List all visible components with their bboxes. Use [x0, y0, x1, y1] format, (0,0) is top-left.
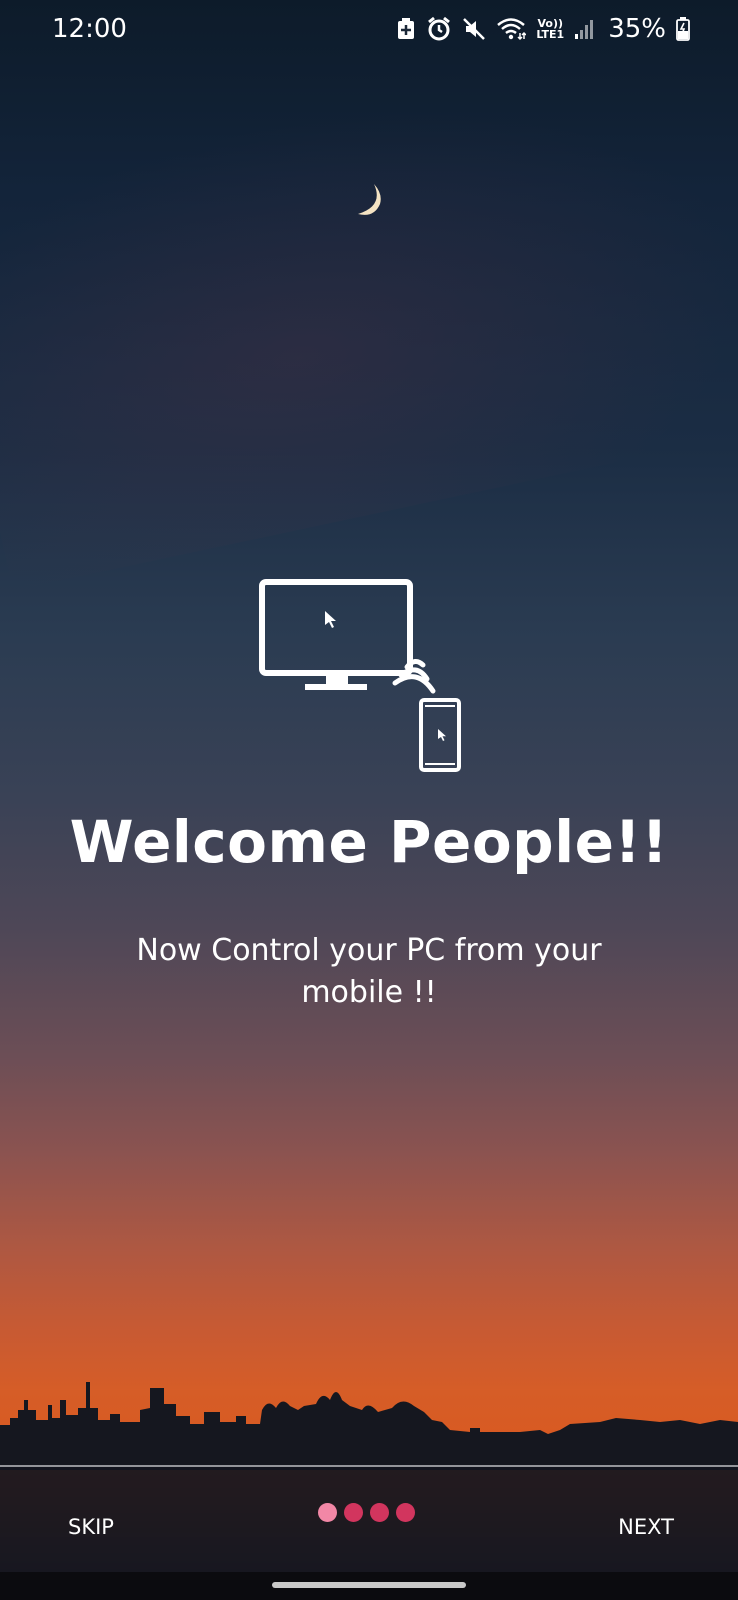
- page-dot-4[interactable]: [396, 1503, 415, 1522]
- page-indicator: [318, 1503, 415, 1522]
- welcome-title: Welcome People!!: [69, 808, 669, 876]
- onboarding-footer: SKIP NEXT: [0, 1465, 738, 1574]
- battery-icon: [676, 17, 690, 41]
- onboarding-screen: 12:00 Vo)) LTE1 35% Welcome People!! Now…: [0, 0, 738, 1600]
- page-dot-2[interactable]: [344, 1503, 363, 1522]
- system-nav-bar: [0, 1572, 738, 1600]
- wifi-icon: [496, 17, 527, 41]
- home-gesture-handle[interactable]: [272, 1582, 466, 1588]
- city-skyline: [0, 1370, 738, 1470]
- status-bar: 12:00 Vo)) LTE1 35%: [0, 0, 738, 60]
- alarm-icon: [426, 16, 452, 42]
- page-dot-3[interactable]: [370, 1503, 389, 1522]
- status-icons: Vo)) LTE1 35%: [396, 12, 690, 46]
- page-dot-1[interactable]: [318, 1503, 337, 1522]
- battery-saver-icon: [396, 17, 416, 41]
- status-time: 12:00: [52, 14, 127, 44]
- skip-button[interactable]: SKIP: [60, 1507, 122, 1547]
- pc-to-mobile-icon: [255, 575, 475, 785]
- battery-percentage: 35%: [608, 14, 666, 44]
- signal-icon: [574, 18, 594, 40]
- mute-icon: [462, 17, 486, 41]
- welcome-subtitle: Now Control your PC from your mobile !!: [136, 933, 602, 1010]
- next-button[interactable]: NEXT: [610, 1507, 682, 1547]
- background-cloud: [0, 9, 738, 591]
- moon-icon: [350, 182, 384, 226]
- lte-label: LTE1: [536, 28, 565, 41]
- volte-icon: Vo)) LTE1: [536, 18, 564, 40]
